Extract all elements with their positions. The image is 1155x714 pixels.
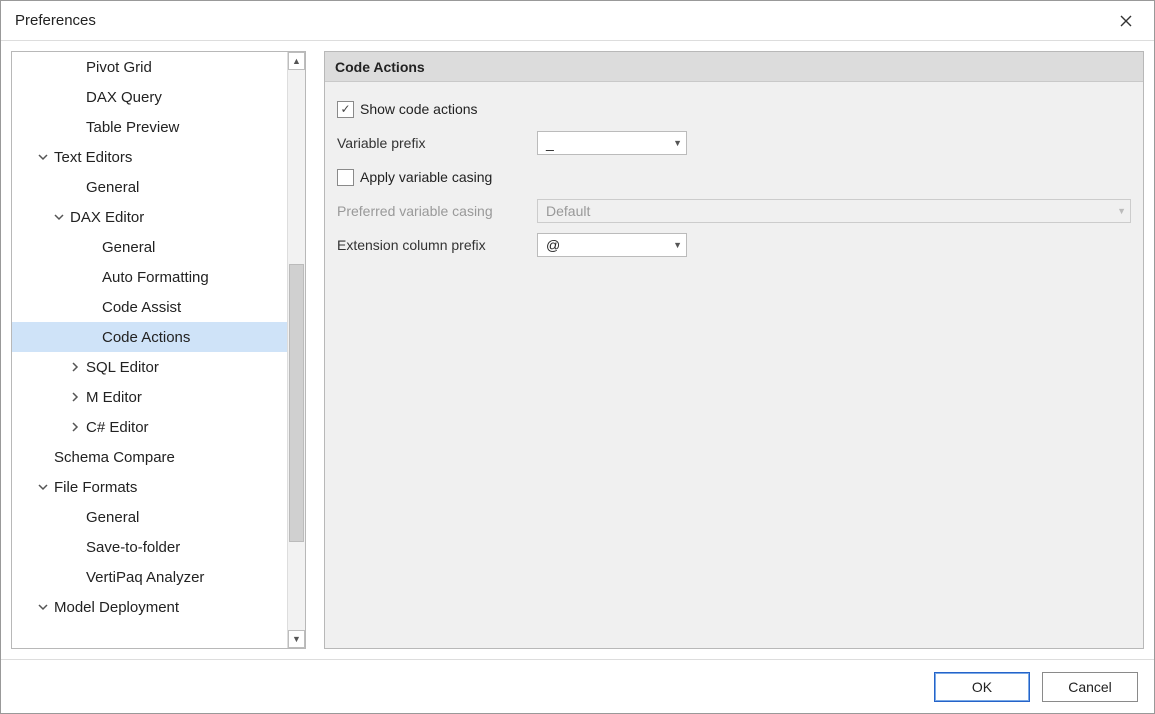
apply-variable-casing-label: Apply variable casing bbox=[360, 169, 492, 185]
expander-open-icon[interactable] bbox=[36, 482, 50, 492]
cancel-button[interactable]: Cancel bbox=[1042, 672, 1138, 702]
tree-item[interactable]: Text Editors bbox=[12, 142, 287, 172]
window-title: Preferences bbox=[15, 12, 1106, 29]
tree-item[interactable]: DAX Query bbox=[12, 82, 287, 112]
tree-item[interactable]: Code Assist bbox=[12, 292, 287, 322]
tree-item-label: Table Preview bbox=[86, 119, 179, 136]
tree-item-label: General bbox=[86, 509, 139, 526]
tree-item-label: Code Actions bbox=[102, 329, 190, 346]
row-apply-variable-casing: Apply variable casing bbox=[337, 160, 1131, 194]
preferred-variable-casing-label: Preferred variable casing bbox=[337, 203, 537, 219]
content-panel: Code Actions Show code actions Variable … bbox=[324, 51, 1144, 649]
tree-item[interactable]: General bbox=[12, 232, 287, 262]
checkbox-icon bbox=[337, 169, 354, 186]
tree-item[interactable]: VertiPaq Analyzer bbox=[12, 562, 287, 592]
scroll-track[interactable] bbox=[288, 70, 305, 630]
titlebar: Preferences bbox=[1, 1, 1154, 41]
checkbox-icon bbox=[337, 101, 354, 118]
tree-item[interactable]: Code Actions bbox=[12, 322, 287, 352]
show-code-actions-label: Show code actions bbox=[360, 101, 478, 117]
tree-item-label: General bbox=[86, 179, 139, 196]
tree-item[interactable]: C# Editor bbox=[12, 412, 287, 442]
extension-column-prefix-value: @ bbox=[546, 237, 560, 253]
tree-item[interactable]: SQL Editor bbox=[12, 352, 287, 382]
preferred-variable-casing-value: Default bbox=[546, 203, 590, 219]
tree-item-label: Schema Compare bbox=[54, 449, 175, 466]
chevron-down-icon: ▼ bbox=[673, 138, 682, 148]
tree-item-label: DAX Query bbox=[86, 89, 162, 106]
tree-item-label: M Editor bbox=[86, 389, 142, 406]
tree-item[interactable]: Save-to-folder bbox=[12, 532, 287, 562]
tree-item-label: Save-to-folder bbox=[86, 539, 180, 556]
variable-prefix-value: _ bbox=[546, 135, 554, 151]
expander-open-icon[interactable] bbox=[36, 152, 50, 162]
scroll-thumb[interactable] bbox=[289, 264, 304, 542]
tree-item[interactable]: General bbox=[12, 172, 287, 202]
row-extension-column-prefix: Extension column prefix @ ▼ bbox=[337, 228, 1131, 262]
tree-item-label: Model Deployment bbox=[54, 599, 179, 616]
content-title: Code Actions bbox=[325, 52, 1143, 82]
nav-tree-panel: Pivot Grid DAX Query Table Preview Text Edi… bbox=[11, 51, 306, 649]
variable-prefix-label: Variable prefix bbox=[337, 135, 537, 151]
expander-closed-icon[interactable] bbox=[68, 392, 82, 402]
expander-closed-icon[interactable] bbox=[68, 362, 82, 372]
tree-item[interactable]: Schema Compare bbox=[12, 442, 287, 472]
tree-item[interactable]: Model Deployment bbox=[12, 592, 287, 622]
expander-closed-icon[interactable] bbox=[68, 422, 82, 432]
tree-item[interactable]: Pivot Grid bbox=[12, 52, 287, 82]
dialog-body: Pivot Grid DAX Query Table Preview Text Edi… bbox=[1, 41, 1154, 659]
tree-item[interactable]: General bbox=[12, 502, 287, 532]
close-icon bbox=[1120, 15, 1132, 27]
preferred-variable-casing-combo: Default ▼ bbox=[537, 199, 1131, 223]
tree-item-label: File Formats bbox=[54, 479, 137, 496]
tree-item-label: DAX Editor bbox=[70, 209, 144, 226]
scroll-down-button[interactable]: ▼ bbox=[288, 630, 305, 648]
extension-column-prefix-label: Extension column prefix bbox=[337, 237, 537, 253]
expander-open-icon[interactable] bbox=[36, 602, 50, 612]
tree-item-label: Pivot Grid bbox=[86, 59, 152, 76]
tree-item-label: SQL Editor bbox=[86, 359, 159, 376]
row-preferred-variable-casing: Preferred variable casing Default ▼ bbox=[337, 194, 1131, 228]
tree-item[interactable]: DAX Editor bbox=[12, 202, 287, 232]
variable-prefix-combo[interactable]: _ ▼ bbox=[537, 131, 687, 155]
close-button[interactable] bbox=[1106, 5, 1146, 37]
row-variable-prefix: Variable prefix _ ▼ bbox=[337, 126, 1131, 160]
scroll-up-button[interactable]: ▲ bbox=[288, 52, 305, 70]
row-show-code-actions: Show code actions bbox=[337, 92, 1131, 126]
nav-tree[interactable]: Pivot Grid DAX Query Table Preview Text Edi… bbox=[12, 52, 287, 648]
content-body: Show code actions Variable prefix _ ▼ bbox=[325, 82, 1143, 272]
tree-item-label: VertiPaq Analyzer bbox=[86, 569, 204, 586]
ok-button[interactable]: OK bbox=[934, 672, 1030, 702]
tree-item[interactable]: File Formats bbox=[12, 472, 287, 502]
chevron-down-icon: ▼ bbox=[1117, 206, 1126, 216]
apply-variable-casing-checkbox[interactable]: Apply variable casing bbox=[337, 169, 492, 186]
extension-column-prefix-combo[interactable]: @ ▼ bbox=[537, 233, 687, 257]
tree-item-label: General bbox=[102, 239, 155, 256]
expander-open-icon[interactable] bbox=[52, 212, 66, 222]
tree-item-label: Text Editors bbox=[54, 149, 132, 166]
preferences-dialog: Preferences Pivot Grid DAX Query Table Pre… bbox=[0, 0, 1155, 714]
tree-item[interactable]: M Editor bbox=[12, 382, 287, 412]
show-code-actions-checkbox[interactable]: Show code actions bbox=[337, 101, 478, 118]
tree-item[interactable]: Auto Formatting bbox=[12, 262, 287, 292]
tree-item[interactable]: Table Preview bbox=[12, 112, 287, 142]
dialog-footer: OK Cancel bbox=[1, 659, 1154, 713]
tree-item-label: C# Editor bbox=[86, 419, 149, 436]
tree-item-label: Auto Formatting bbox=[102, 269, 209, 286]
tree-scrollbar[interactable]: ▲ ▼ bbox=[287, 52, 305, 648]
chevron-down-icon: ▼ bbox=[673, 240, 682, 250]
tree-item-label: Code Assist bbox=[102, 299, 181, 316]
